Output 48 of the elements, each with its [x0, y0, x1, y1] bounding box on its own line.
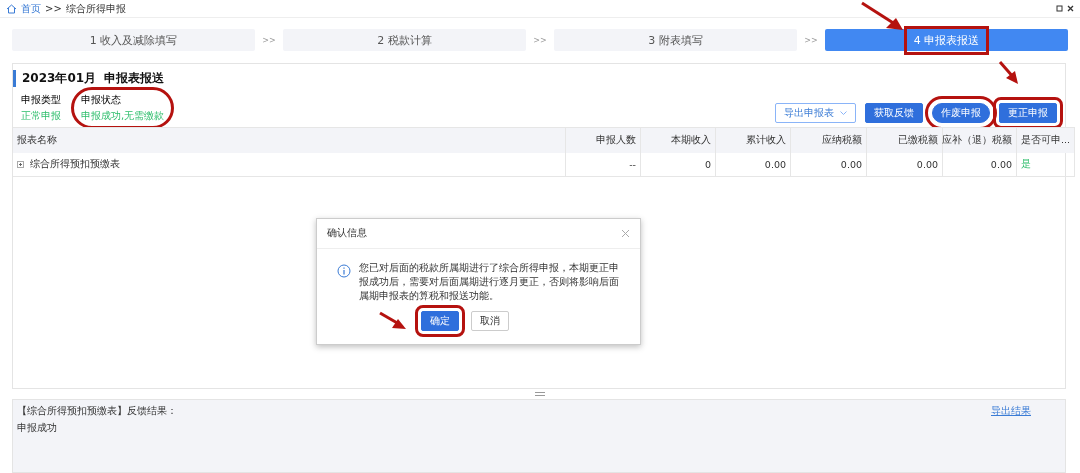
table-cell: 0.00 [716, 153, 791, 177]
annotation-arrow [998, 61, 1018, 84]
table-cell: 0.00 [791, 153, 867, 177]
step-tab[interactable]: 3 附表填写 [554, 29, 797, 51]
table-cell: 0 [641, 153, 716, 177]
column-header: 本期收入 [641, 127, 716, 153]
field-value: 正常申报 [21, 109, 61, 123]
feedback-title: 【综合所得预扣预缴表】反馈结果： [17, 404, 177, 418]
dialog-message: 您已对后面的税款所属期进行了综合所得申报，本期更正申报成功后，需要对后面属期进行逐月更正，否则将影响后面属期申报表的算税和报送功能。 [359, 261, 620, 303]
home-link[interactable]: 首页 [21, 1, 41, 16]
section-title: 2023年01月 申报表报送 [13, 70, 169, 87]
home-icon [6, 3, 17, 14]
step-separator: >> [803, 35, 819, 45]
expand-icon[interactable] [17, 161, 26, 168]
dialog-title: 确认信息 [327, 227, 367, 240]
table-cell: 是 [1017, 153, 1076, 177]
restore-icon[interactable] [1056, 5, 1063, 12]
export-dropdown[interactable]: 导出申报表 [775, 103, 856, 123]
annotation-arrow [378, 311, 409, 331]
info-icon [337, 264, 351, 278]
column-header: 应补（退）税额 [943, 127, 1017, 153]
column-header: 应纳税额 [791, 127, 867, 153]
field-label: 申报状态 [81, 93, 122, 107]
step-tab[interactable]: 1 收入及减除填写 [12, 29, 255, 51]
table-cell: -- [566, 153, 641, 177]
dialog-button[interactable]: 取消 [470, 311, 509, 331]
table-cell: 0.00 [943, 153, 1017, 177]
close-icon[interactable] [1067, 5, 1074, 12]
table-cell: 综合所得预扣预缴表 [13, 153, 566, 177]
field-label: 申报类型 [21, 93, 61, 107]
step-tab[interactable]: 2 税款计算 [283, 29, 526, 51]
column-header: 报表名称 [13, 127, 566, 153]
action-button[interactable]: 获取反馈 [865, 103, 923, 123]
chevron-down-icon [840, 111, 847, 115]
column-header: 累计收入 [716, 127, 791, 153]
feedback-text: 申报成功 [17, 421, 58, 435]
splitter-handle[interactable] [535, 392, 545, 396]
step-separator: >> [532, 35, 548, 45]
column-header: 申报人数 [566, 127, 641, 153]
field-value: 申报成功,无需缴款 [81, 109, 165, 123]
export-link[interactable]: 导出结果 [991, 404, 1031, 468]
table-cell: 0.00 [867, 153, 943, 177]
breadcrumb-separator: >> [45, 3, 62, 14]
column-header: 是否可申... [1017, 127, 1076, 153]
column-header: 已缴税额 [867, 127, 943, 153]
breadcrumb-current: 综合所得申报 [65, 1, 126, 16]
annotation-arrow [861, 1, 903, 30]
step-separator: >> [261, 35, 277, 45]
